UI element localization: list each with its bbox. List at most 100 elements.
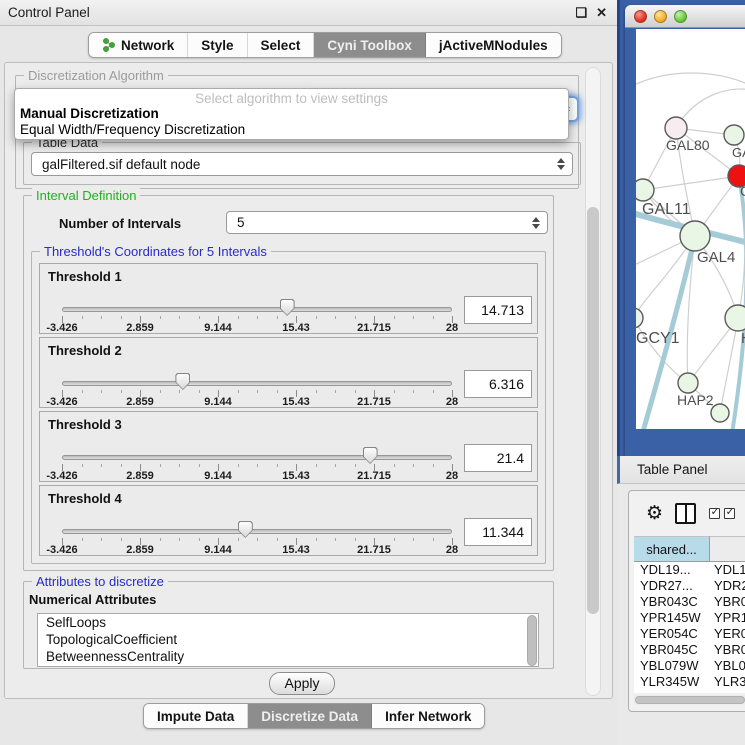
- table-row[interactable]: YER054CYER0: [634, 626, 745, 642]
- close-icon[interactable]: ✕: [596, 5, 607, 21]
- table-row[interactable]: YIL052CYIL0: [634, 690, 745, 693]
- threshold-slider-track[interactable]: [62, 307, 452, 312]
- numerical-attributes-list[interactable]: SelfLoopsTopologicalCoefficientBetweenne…: [37, 613, 539, 667]
- table-hscrollbar-track[interactable]: [634, 695, 745, 705]
- tab-label: Infer Network: [385, 709, 471, 724]
- tick-mark: [257, 464, 258, 467]
- tab-jactivemnodules[interactable]: jActiveMNodules: [426, 33, 561, 57]
- network-edge[interactable]: [636, 73, 745, 89]
- number-of-intervals-combobox[interactable]: 5: [226, 211, 548, 234]
- tick-label: 28: [446, 544, 458, 556]
- apply-button[interactable]: Apply: [269, 672, 335, 695]
- tick-mark: [413, 316, 414, 319]
- table-cell[interactable]: YDR2: [710, 578, 745, 594]
- table-row[interactable]: YBL079WYBL0: [634, 658, 745, 674]
- zoom-light-icon[interactable]: [674, 10, 687, 23]
- column-header-name[interactable]: na: [710, 536, 745, 562]
- threshold-slider-thumb[interactable]: [280, 299, 295, 316]
- network-node[interactable]: [665, 117, 687, 139]
- threshold-value-field[interactable]: 14.713: [464, 296, 532, 324]
- table-cell[interactable]: YBR045C: [634, 642, 710, 658]
- algorithm-option-manual[interactable]: Manual Discretization: [20, 106, 159, 121]
- threshold-slider-thumb[interactable]: [175, 373, 190, 390]
- tick-label: 15.43: [282, 544, 310, 556]
- table-cell[interactable]: YPR1: [710, 610, 745, 626]
- main-scrollbar-thumb[interactable]: [587, 207, 599, 614]
- gear-icon[interactable]: ⚙: [646, 502, 663, 524]
- table-row[interactable]: YDR27...YDR2: [634, 578, 745, 594]
- main-scrollbar-track[interactable]: [585, 67, 601, 696]
- network-edge-thick[interactable]: [728, 176, 745, 429]
- tab-infer-network[interactable]: Infer Network: [372, 704, 484, 728]
- table-cell[interactable]: YBR0: [710, 642, 745, 658]
- column-header-shared-name[interactable]: shared...: [634, 536, 710, 562]
- tab-impute-data[interactable]: Impute Data: [144, 704, 248, 728]
- threshold-value-field[interactable]: 6.316: [464, 370, 532, 398]
- threshold-value-field[interactable]: 21.4: [464, 444, 532, 472]
- tick-mark: [316, 390, 317, 393]
- attribute-item[interactable]: SelfLoops: [38, 614, 538, 631]
- threshold-slider-track[interactable]: [62, 455, 452, 460]
- table-cell[interactable]: YLR3: [710, 674, 745, 690]
- network-node[interactable]: [678, 373, 698, 393]
- table-cell[interactable]: YBR043C: [634, 594, 710, 610]
- table-cell[interactable]: YBL0: [710, 658, 745, 674]
- network-edge[interactable]: [636, 318, 688, 383]
- network-canvas[interactable]: GAL80GACGAL11GAL4GCY1HHAP2: [636, 29, 745, 429]
- table-row[interactable]: YDL19...YDL1: [634, 562, 745, 578]
- tab-network[interactable]: Network: [89, 33, 188, 57]
- minimize-light-icon[interactable]: [654, 10, 667, 23]
- threshold-slider-thumb[interactable]: [363, 447, 378, 464]
- network-node-label: GAL11: [642, 201, 691, 218]
- table-cell[interactable]: YDL1: [710, 562, 745, 578]
- table-cell[interactable]: YIL052C: [634, 690, 710, 693]
- tab-cyni-toolbox[interactable]: Cyni Toolbox: [314, 33, 426, 57]
- tab-discretize-data[interactable]: Discretize Data: [248, 704, 372, 728]
- table-row[interactable]: YBR045CYBR0: [634, 642, 745, 658]
- checkbox-icon[interactable]: [709, 508, 720, 519]
- group-title: Attributes to discretize: [32, 574, 168, 589]
- table-cell[interactable]: YER054C: [634, 626, 710, 642]
- table-row[interactable]: YLR345WYLR3: [634, 674, 745, 690]
- table-cell[interactable]: YDL19...: [634, 562, 710, 578]
- network-window-titlebar[interactable]: [625, 5, 745, 28]
- threshold-value-field[interactable]: 11.344: [464, 518, 532, 546]
- table-cell[interactable]: YBR0: [710, 594, 745, 610]
- network-node[interactable]: [711, 404, 729, 422]
- threshold-slider-track[interactable]: [62, 529, 452, 534]
- attributes-scrollbar[interactable]: [527, 615, 537, 666]
- table-cell[interactable]: YIL0: [710, 690, 745, 693]
- tab-label: Cyni Toolbox: [327, 38, 412, 53]
- attribute-item[interactable]: BetweennessCentrality: [38, 648, 538, 665]
- table-cell[interactable]: YLR345W: [634, 674, 710, 690]
- network-node[interactable]: [636, 308, 643, 328]
- threshold-slider-track[interactable]: [62, 381, 452, 386]
- network-edge[interactable]: [643, 176, 739, 190]
- table-row[interactable]: YPR145WYPR1: [634, 610, 745, 626]
- tick-mark: [355, 316, 356, 319]
- network-edge[interactable]: [676, 89, 745, 128]
- table-cell[interactable]: YBL079W: [634, 658, 710, 674]
- table-data-combobox[interactable]: galFiltered.sif default node: [31, 152, 573, 176]
- network-node[interactable]: [680, 221, 710, 251]
- tab-select[interactable]: Select: [248, 33, 315, 57]
- algorithm-dropdown-popup: Select algorithm to view settings Manual…: [14, 88, 569, 140]
- algorithm-option-equal-width[interactable]: Equal Width/Frequency Discretization: [20, 122, 245, 137]
- float-icon[interactable]: ❑: [575, 5, 587, 21]
- network-node[interactable]: [636, 179, 654, 201]
- close-light-icon[interactable]: [634, 10, 647, 23]
- attribute-item[interactable]: TopologicalCoefficient: [38, 631, 538, 648]
- checkbox-icon[interactable]: [724, 508, 735, 519]
- table-cell[interactable]: YDR27...: [634, 578, 710, 594]
- network-node[interactable]: [725, 305, 745, 331]
- split-columns-icon[interactable]: [675, 503, 696, 524]
- table-hscrollbar-thumb[interactable]: [635, 696, 745, 704]
- table-panel-area: ⚙ shared... na YDL19...YDL1YDR27...YDR2Y…: [617, 484, 745, 745]
- table-cell[interactable]: YER0: [710, 626, 745, 642]
- table-row[interactable]: YBR043CYBR0: [634, 594, 745, 610]
- threshold-slider-thumb[interactable]: [238, 521, 253, 538]
- number-of-intervals-label: Number of Intervals: [59, 216, 181, 231]
- tab-style[interactable]: Style: [188, 33, 247, 57]
- network-node[interactable]: [724, 125, 744, 145]
- table-cell[interactable]: YPR145W: [634, 610, 710, 626]
